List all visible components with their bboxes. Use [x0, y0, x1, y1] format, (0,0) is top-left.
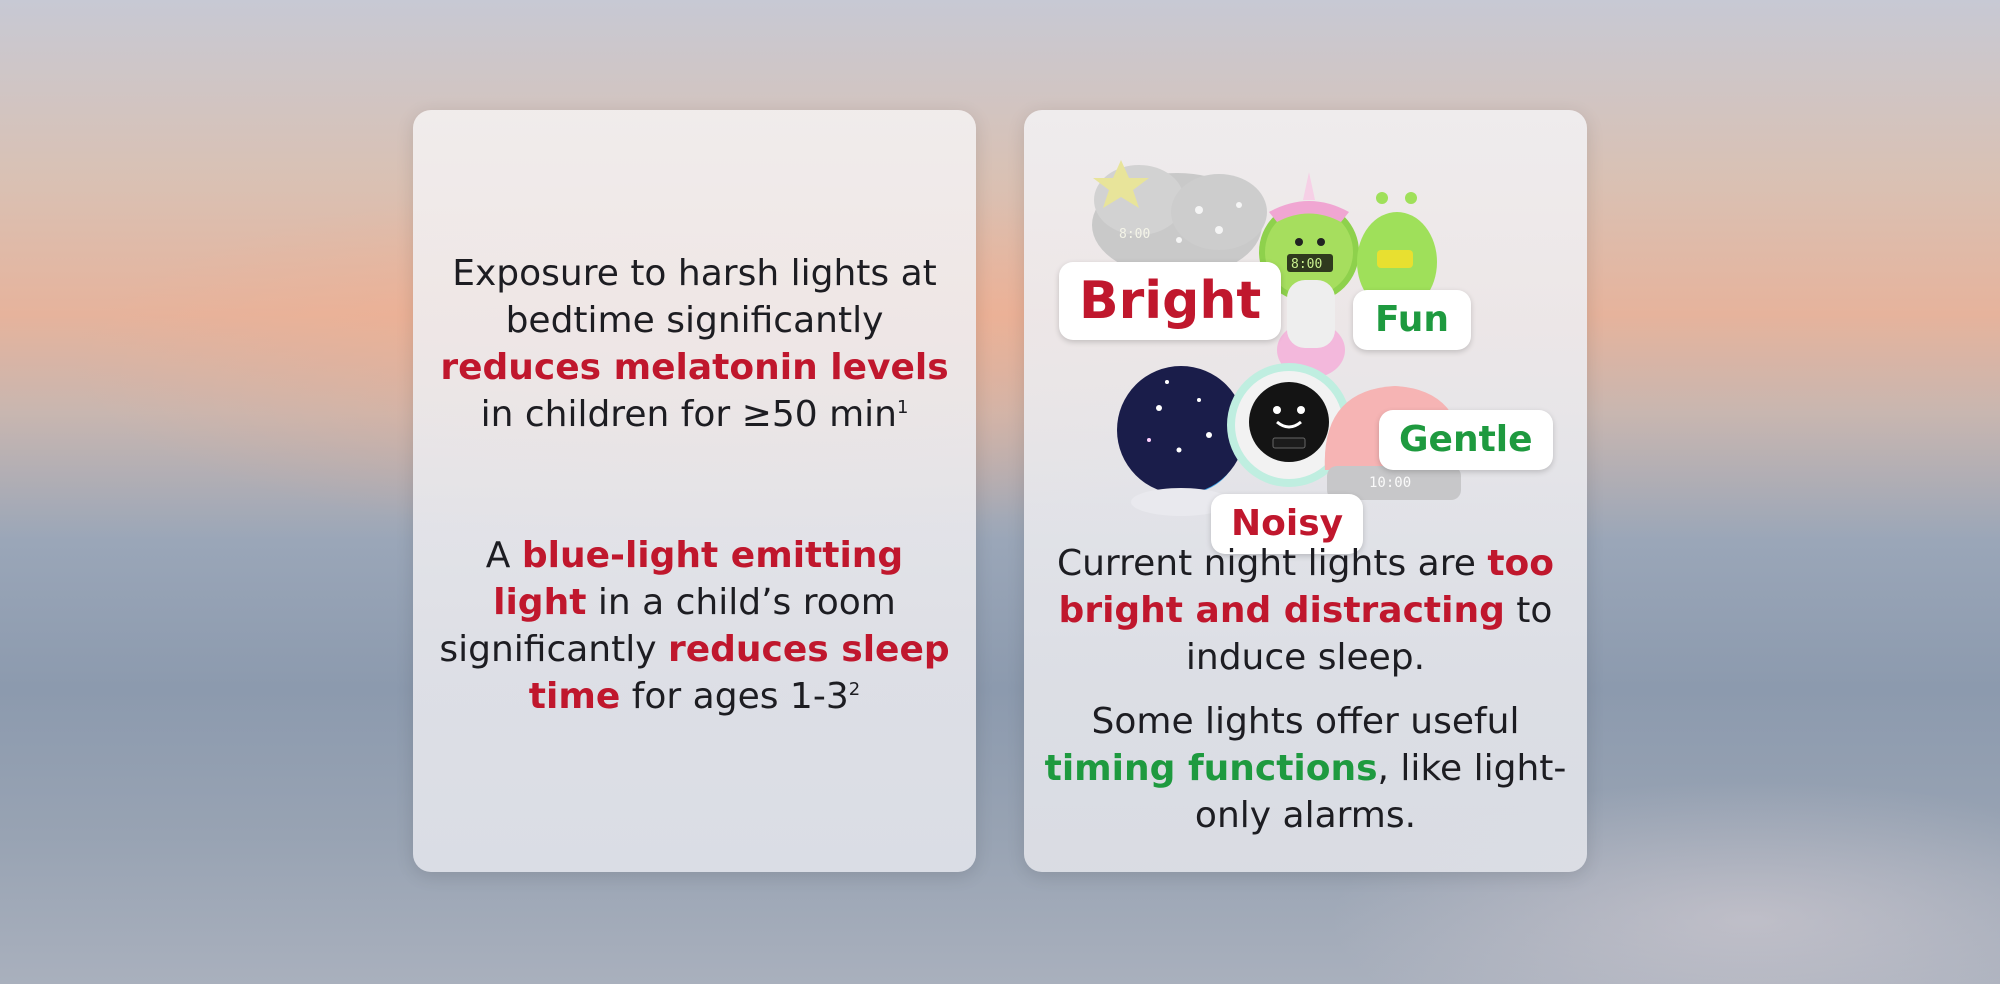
blue-light-paragraph: A blue-light emitting light in a child’s… [439, 535, 950, 717]
svg-text:8:00: 8:00 [1291, 257, 1322, 272]
night-lights-collage: 8:00 8:00 10:00 Bright Fun Gentle Noisy [1059, 150, 1553, 554]
tag-bright: Bright [1059, 262, 1282, 340]
timing-functions-paragraph: Some lights offer useful timing function… [1044, 701, 1567, 836]
melatonin-paragraph: Exposure to harsh lights at bedtime sign… [440, 253, 949, 435]
info-card-right: 8:00 8:00 10:00 Bright Fun Gentle Noisy … [1024, 110, 1587, 872]
highlight-timing-functions: timing functions [1044, 748, 1378, 789]
tag-gentle: Gentle [1379, 410, 1553, 470]
night-lights-image: 8:00 8:00 10:00 [1092, 160, 1464, 516]
cloud-night-light-icon: 8:00 [1092, 160, 1267, 277]
footnote-ref-2: 2 [848, 679, 861, 700]
footnote-ref-1: 1 [896, 397, 909, 418]
highlight-melatonin: reduces melatonin levels [440, 347, 949, 388]
tag-fun: Fun [1353, 290, 1472, 350]
svg-text:8:00: 8:00 [1119, 227, 1150, 242]
background [0, 0, 2000, 984]
info-card-left: Exposure to harsh lights at bedtime sign… [413, 110, 976, 872]
svg-text:10:00: 10:00 [1369, 475, 1411, 491]
current-lights-paragraph: Current night lights are too bright and … [1056, 543, 1555, 678]
